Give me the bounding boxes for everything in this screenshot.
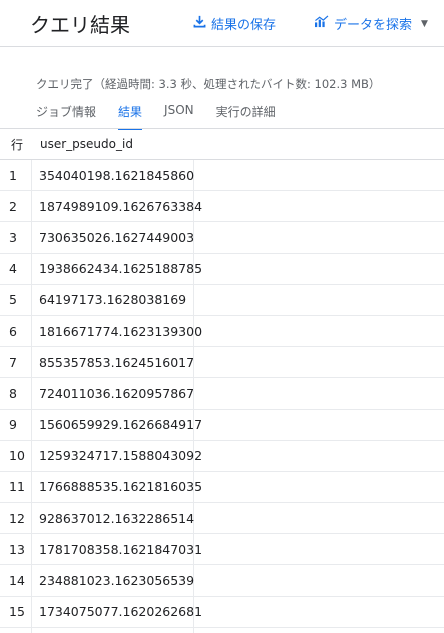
row-number: 8 [0, 378, 32, 409]
table-row: 10 1259324717.1588043092 [0, 440, 444, 472]
cell-user-pseudo-id[interactable]: 855357853.1624516017 [32, 347, 194, 378]
tab-json[interactable]: JSON [164, 103, 194, 130]
table-row: 7 855357853.1624516017 [0, 347, 444, 379]
cell-user-pseudo-id[interactable]: 1781708358.1621847031 [32, 534, 202, 565]
chart-icon [314, 15, 329, 32]
table-row: 14 234881023.1623056539 [0, 565, 444, 597]
table-row: 3 730635026.1627449003 [0, 222, 444, 254]
cell-user-pseudo-id[interactable]: 1259324717.1588043092 [32, 440, 202, 471]
cell-user-pseudo-id[interactable]: 724011036.1620957867 [32, 378, 194, 409]
row-number: 1 [0, 160, 32, 191]
result-tabs: ジョブ情報 結果 JSON 実行の詳細 [36, 103, 298, 130]
row-number: 14 [0, 565, 32, 596]
table-row: 4 1938662434.1625188785 [0, 253, 444, 285]
row-number: 3 [0, 222, 32, 253]
cell-user-pseudo-id[interactable]: 1560659929.1626684917 [32, 409, 202, 440]
table-row: 2 1874989109.1626763384 [0, 191, 444, 223]
table-row: 15 1734075077.1620262681 [0, 596, 444, 628]
table-row: 5 64197173.1628038169 [0, 284, 444, 316]
row-number-header: 行 [11, 137, 24, 152]
results-table: 行 user_pseudo_id 1 354040198.1621845860 2 1… [0, 128, 444, 633]
row-number: 4 [0, 253, 32, 284]
chevron-down-icon: ▼ [421, 18, 428, 29]
cell-user-pseudo-id[interactable]: 928637012.1632286514 [32, 503, 194, 534]
explore-data-button[interactable]: データを探索 ▼ [314, 14, 428, 33]
table-row: 1 354040198.1621845860 [0, 160, 444, 192]
row-number: 16 [0, 627, 32, 633]
table-row: 12 928637012.1632286514 [0, 503, 444, 535]
column-header-user-pseudo-id[interactable]: user_pseudo_id [32, 137, 133, 151]
cell-user-pseudo-id[interactable]: 1766888535.1621816035 [32, 471, 202, 503]
table-row: 16258842148.1624339908 [0, 627, 444, 633]
download-icon [193, 15, 206, 32]
row-number: 2 [0, 191, 32, 222]
cell-user-pseudo-id[interactable]: 258842148.1624339908 [32, 627, 194, 633]
tab-execution-details[interactable]: 実行の詳細 [216, 103, 276, 130]
cell-user-pseudo-id[interactable]: 1874989109.1626763384 [32, 191, 202, 222]
tab-job-info[interactable]: ジョブ情報 [36, 103, 96, 130]
cell-user-pseudo-id[interactable]: 234881023.1623056539 [32, 565, 194, 596]
table-row: 6 1816671774.1623139300 [0, 315, 444, 348]
save-results-button[interactable]: 結果の保存 [193, 14, 276, 33]
cell-user-pseudo-id[interactable]: 1938662434.1625188785 [32, 253, 202, 284]
cell-user-pseudo-id[interactable]: 354040198.1621845860 [32, 160, 194, 191]
cell-user-pseudo-id[interactable]: 64197173.1628038169 [32, 284, 194, 315]
table-row: 11 1766888535.1621816035 [0, 471, 444, 504]
table-row: 9 1560659929.1626684917 [0, 409, 444, 441]
row-number: 15 [0, 596, 32, 627]
row-number: 13 [0, 534, 32, 565]
row-number: 7 [0, 347, 32, 378]
row-number: 5 [0, 284, 32, 315]
row-number: 9 [0, 409, 32, 440]
cell-user-pseudo-id[interactable]: 1816671774.1623139300 [32, 315, 202, 347]
results-header: クエリ結果 結果の保存 データを探索 ▼ [0, 0, 444, 47]
table-row: 8 724011036.1620957867 [0, 378, 444, 410]
table-body: 1 354040198.1621845860 2 1874989109.1626763… [0, 160, 444, 633]
row-number: 6 [0, 315, 32, 347]
query-status: クエリ完了（経過時間: 3.3 秒、処理されたバイト数: 102.3 MB） [36, 77, 381, 91]
cell-user-pseudo-id[interactable]: 730635026.1627449003 [32, 222, 194, 253]
save-results-label: 結果の保存 [211, 18, 277, 33]
cell-user-pseudo-id[interactable]: 1734075077.1620262681 [32, 596, 202, 627]
page-title: クエリ結果 [30, 13, 130, 37]
explore-data-label: データを探索 [334, 18, 413, 33]
row-number: 10 [0, 440, 32, 471]
row-number: 11 [0, 471, 32, 503]
table-row: 13 1781708358.1621847031 [0, 534, 444, 566]
tab-results[interactable]: 結果 [118, 103, 143, 130]
table-header: 行 user_pseudo_id [0, 129, 444, 160]
row-number: 12 [0, 503, 32, 534]
